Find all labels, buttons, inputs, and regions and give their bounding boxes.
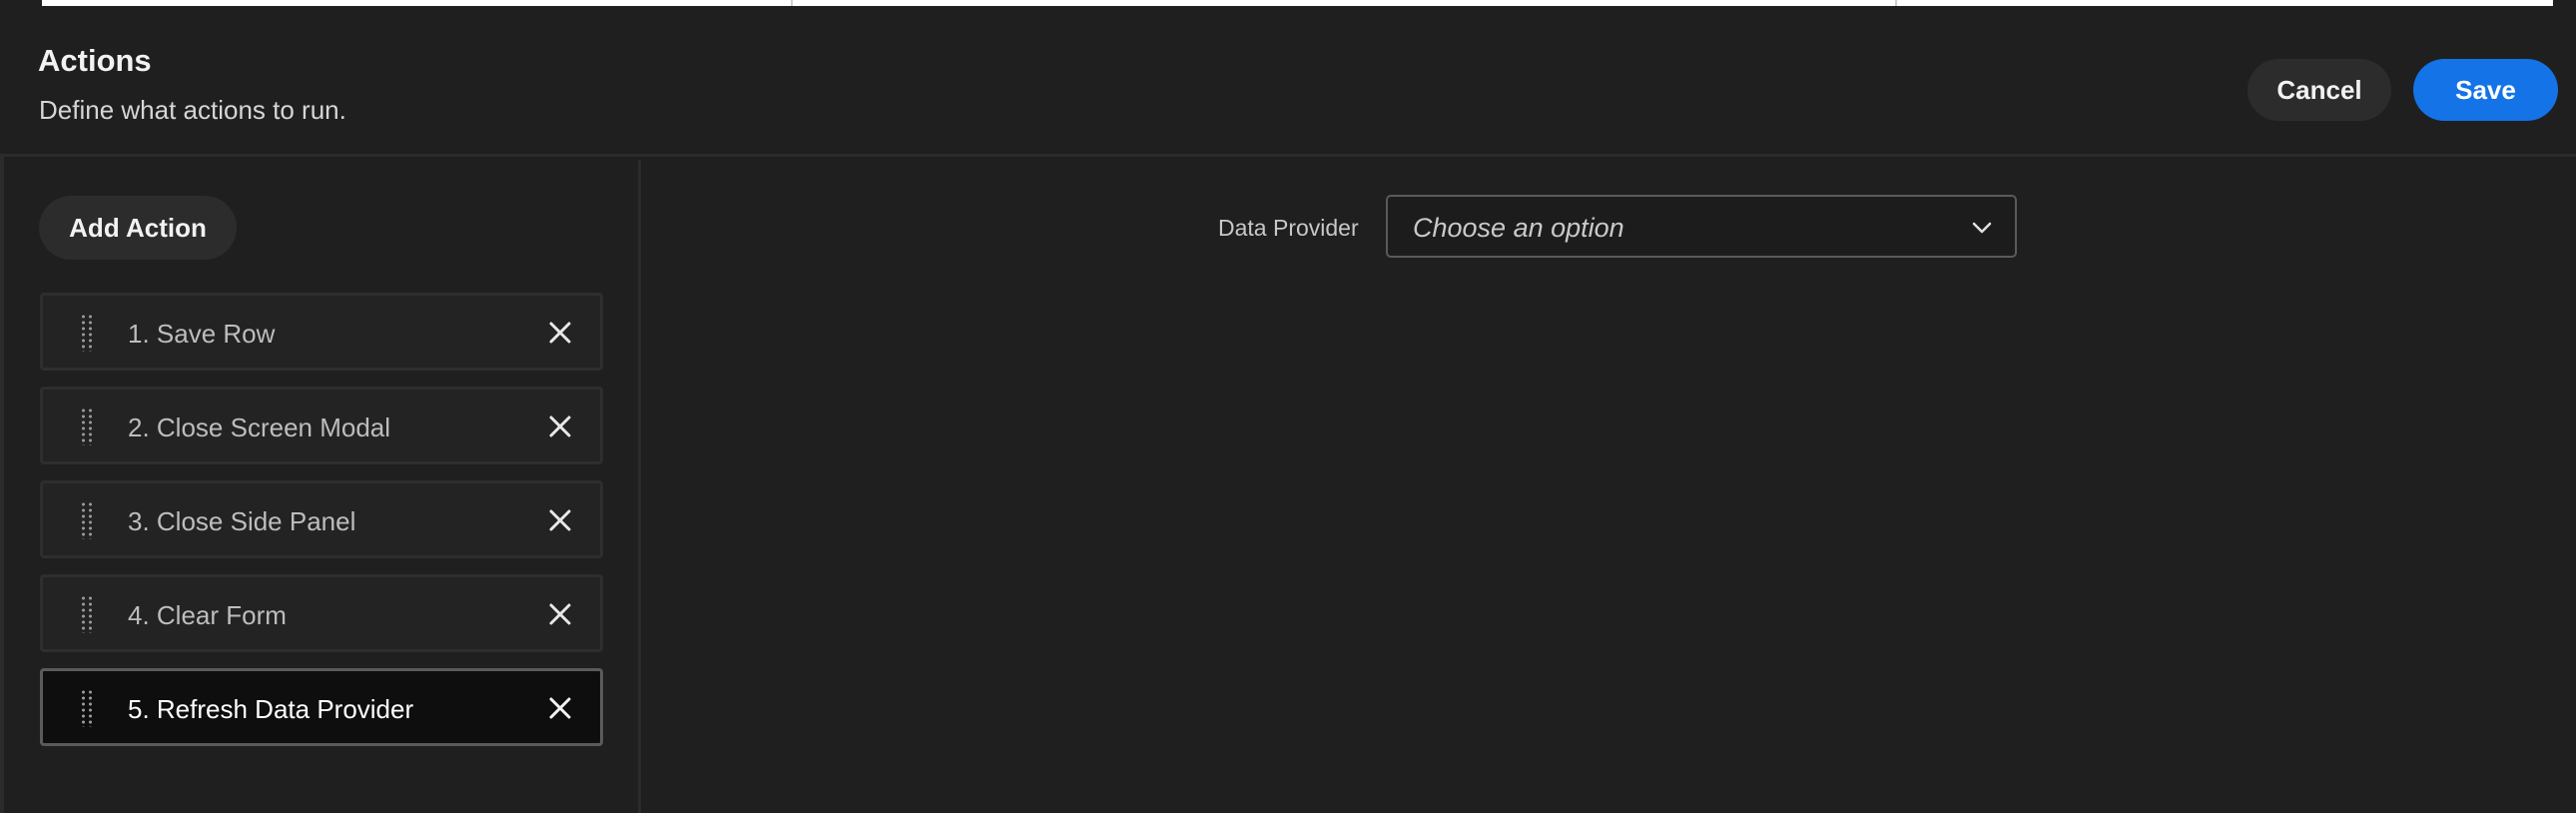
save-button[interactable]: Save xyxy=(2413,59,2558,121)
chevron-down-icon xyxy=(1972,222,1992,234)
action-item-clear-form[interactable]: 4. Clear Form xyxy=(40,574,603,652)
drag-handle-icon[interactable] xyxy=(80,501,96,539)
top-edge-bar xyxy=(42,0,2553,6)
data-provider-placeholder: Choose an option xyxy=(1413,213,1624,243)
action-item-label: 1. Save Row xyxy=(128,319,276,349)
drag-handle-icon[interactable] xyxy=(80,689,96,727)
data-provider-label: Data Provider xyxy=(1218,215,1359,241)
top-edge-divider xyxy=(1895,0,1897,6)
page-subtitle: Define what actions to run. xyxy=(39,95,346,125)
drag-handle-icon[interactable] xyxy=(80,595,96,633)
action-item-label: 3. Close Side Panel xyxy=(128,506,356,536)
action-item-label: 4. Clear Form xyxy=(128,600,287,630)
drag-handle-icon[interactable] xyxy=(80,407,96,445)
add-action-button[interactable]: Add Action xyxy=(39,196,237,260)
close-icon[interactable] xyxy=(546,412,574,440)
drag-handle-icon[interactable] xyxy=(80,314,96,352)
top-edge-divider xyxy=(791,0,793,6)
action-item-label: 2. Close Screen Modal xyxy=(128,412,391,442)
data-provider-select[interactable]: Choose an option xyxy=(1386,195,2017,258)
cancel-button[interactable]: Cancel xyxy=(2248,59,2391,121)
top-edge-strip xyxy=(0,0,2576,7)
page-title: Actions xyxy=(38,43,152,78)
close-icon[interactable] xyxy=(546,600,574,628)
action-item-refresh-data-provider[interactable]: 5. Refresh Data Provider xyxy=(40,668,603,746)
action-item-close-screen-modal[interactable]: 2. Close Screen Modal xyxy=(40,387,603,464)
action-item-close-side-panel[interactable]: 3. Close Side Panel xyxy=(40,480,603,558)
action-item-label: 5. Refresh Data Provider xyxy=(128,694,414,724)
action-item-save-row[interactable]: 1. Save Row xyxy=(40,293,603,371)
close-icon[interactable] xyxy=(546,694,574,722)
actions-header: Actions Define what actions to run. Canc… xyxy=(0,7,2576,157)
close-icon[interactable] xyxy=(546,319,574,347)
close-icon[interactable] xyxy=(546,506,574,534)
